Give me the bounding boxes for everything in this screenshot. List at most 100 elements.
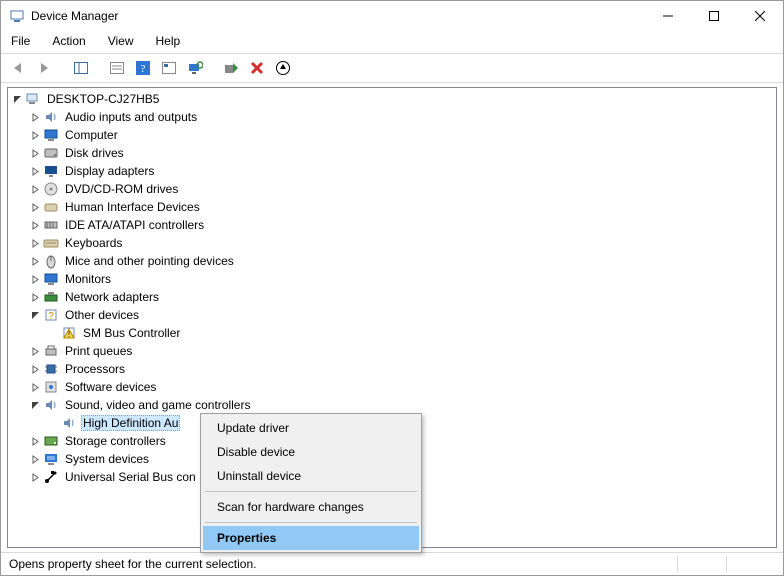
speaker-icon: [61, 415, 77, 431]
tree-category[interactable]: Sound, video and game controllers: [8, 396, 776, 414]
tree-category[interactable]: Mice and other pointing devices: [8, 252, 776, 270]
forward-button[interactable]: [33, 56, 57, 80]
collapse-icon[interactable]: [10, 92, 25, 107]
minimize-button[interactable]: [645, 1, 691, 31]
tree-category[interactable]: DVD/CD-ROM drives: [8, 180, 776, 198]
context-menu-item[interactable]: Uninstall device: [203, 464, 419, 488]
expand-icon[interactable]: [28, 344, 43, 359]
expand-icon[interactable]: [28, 272, 43, 287]
expand-icon[interactable]: [28, 254, 43, 269]
hid-icon: [43, 199, 59, 215]
expand-icon[interactable]: [28, 380, 43, 395]
tree-category-label: Disk drives: [63, 146, 126, 160]
expand-icon[interactable]: [28, 290, 43, 305]
titlebar: Device Manager: [1, 1, 783, 31]
tree-category[interactable]: Software devices: [8, 378, 776, 396]
tree-category[interactable]: Computer: [8, 126, 776, 144]
tree-category[interactable]: Disk drives: [8, 144, 776, 162]
tree-category[interactable]: IDE ATA/ATAPI controllers: [8, 216, 776, 234]
context-menu-item[interactable]: Disable device: [203, 440, 419, 464]
tree-category[interactable]: Audio inputs and outputs: [8, 108, 776, 126]
context-menu-item[interactable]: Scan for hardware changes: [203, 495, 419, 519]
computer-icon: [25, 91, 41, 107]
cdrom-icon: [43, 181, 59, 197]
expand-icon[interactable]: [28, 182, 43, 197]
tree-category[interactable]: ?Other devices: [8, 306, 776, 324]
expand-icon[interactable]: [28, 470, 43, 485]
ide-icon: [43, 217, 59, 233]
menu-help[interactable]: Help: [152, 32, 185, 50]
expand-icon[interactable]: [28, 434, 43, 449]
back-button[interactable]: [7, 56, 31, 80]
statusbar: Opens property sheet for the current sel…: [1, 552, 783, 575]
keyboard-icon: [43, 235, 59, 251]
tree-category-label: IDE ATA/ATAPI controllers: [63, 218, 206, 232]
menu-view[interactable]: View: [104, 32, 138, 50]
tree-category[interactable]: Print queues: [8, 342, 776, 360]
tree-category[interactable]: Network adapters: [8, 288, 776, 306]
tree-category-label: Keyboards: [63, 236, 124, 250]
network-icon: [43, 289, 59, 305]
mouse-icon: [43, 253, 59, 269]
app-icon: [9, 8, 25, 24]
expand-icon[interactable]: [28, 236, 43, 251]
expand-icon[interactable]: [28, 452, 43, 467]
tree-category-label: Software devices: [63, 380, 158, 394]
help-button[interactable]: ?: [131, 56, 155, 80]
context-menu-separator: [205, 522, 417, 523]
tree-category-label: Sound, video and game controllers: [63, 398, 252, 412]
close-button[interactable]: [737, 1, 783, 31]
tree-category-label: Display adapters: [63, 164, 156, 178]
warn-icon: !: [61, 325, 77, 341]
expand-icon[interactable]: [28, 128, 43, 143]
expand-icon[interactable]: [28, 164, 43, 179]
tree-root-label: DESKTOP-CJ27HB5: [45, 92, 161, 106]
storage-icon: [43, 433, 59, 449]
context-menu: Update driverDisable deviceUninstall dev…: [200, 413, 422, 553]
update-driver-button[interactable]: [271, 56, 295, 80]
tree-category-label: Computer: [63, 128, 120, 142]
maximize-button[interactable]: [691, 1, 737, 31]
collapse-icon[interactable]: [28, 398, 43, 413]
tree-category[interactable]: Keyboards: [8, 234, 776, 252]
tree-root[interactable]: DESKTOP-CJ27HB5: [8, 90, 776, 108]
expand-icon[interactable]: [28, 218, 43, 233]
toolbar-button-extra1[interactable]: [157, 56, 181, 80]
system-icon: [43, 451, 59, 467]
tree-category[interactable]: Processors: [8, 360, 776, 378]
collapse-icon[interactable]: [28, 308, 43, 323]
software-icon: [43, 379, 59, 395]
disk-icon: [43, 145, 59, 161]
printer-icon: [43, 343, 59, 359]
scan-hardware-button[interactable]: [183, 56, 207, 80]
context-menu-item[interactable]: Update driver: [203, 416, 419, 440]
expand-icon[interactable]: [28, 146, 43, 161]
monitor-icon: [43, 271, 59, 287]
tree-category-label: Human Interface Devices: [63, 200, 202, 214]
tree-category[interactable]: Human Interface Devices: [8, 198, 776, 216]
statusbar-pane-1: [677, 556, 726, 572]
properties-button[interactable]: [105, 56, 129, 80]
enable-device-button[interactable]: [219, 56, 243, 80]
expand-icon[interactable]: [28, 362, 43, 377]
tree-category-label: Network adapters: [63, 290, 161, 304]
monitor-icon: [43, 127, 59, 143]
tree-category-label: DVD/CD-ROM drives: [63, 182, 180, 196]
toolbar: ?: [1, 53, 783, 83]
menu-action[interactable]: Action: [48, 32, 89, 50]
tree-category[interactable]: Monitors: [8, 270, 776, 288]
usb-icon: [43, 469, 59, 485]
uninstall-device-button[interactable]: [245, 56, 269, 80]
context-menu-separator: [205, 491, 417, 492]
expand-icon[interactable]: [28, 110, 43, 125]
tree-category-label: Monitors: [63, 272, 113, 286]
show-hide-tree-button[interactable]: [69, 56, 93, 80]
expand-icon[interactable]: [28, 200, 43, 215]
menu-file[interactable]: File: [7, 32, 34, 50]
svg-text:?: ?: [141, 63, 146, 75]
context-menu-item[interactable]: Properties: [203, 526, 419, 550]
tree-category[interactable]: Display adapters: [8, 162, 776, 180]
speaker-icon: [43, 109, 59, 125]
tree-device[interactable]: !SM Bus Controller: [8, 324, 776, 342]
device-manager-window: Device Manager File Action View Help ? D…: [0, 0, 784, 576]
